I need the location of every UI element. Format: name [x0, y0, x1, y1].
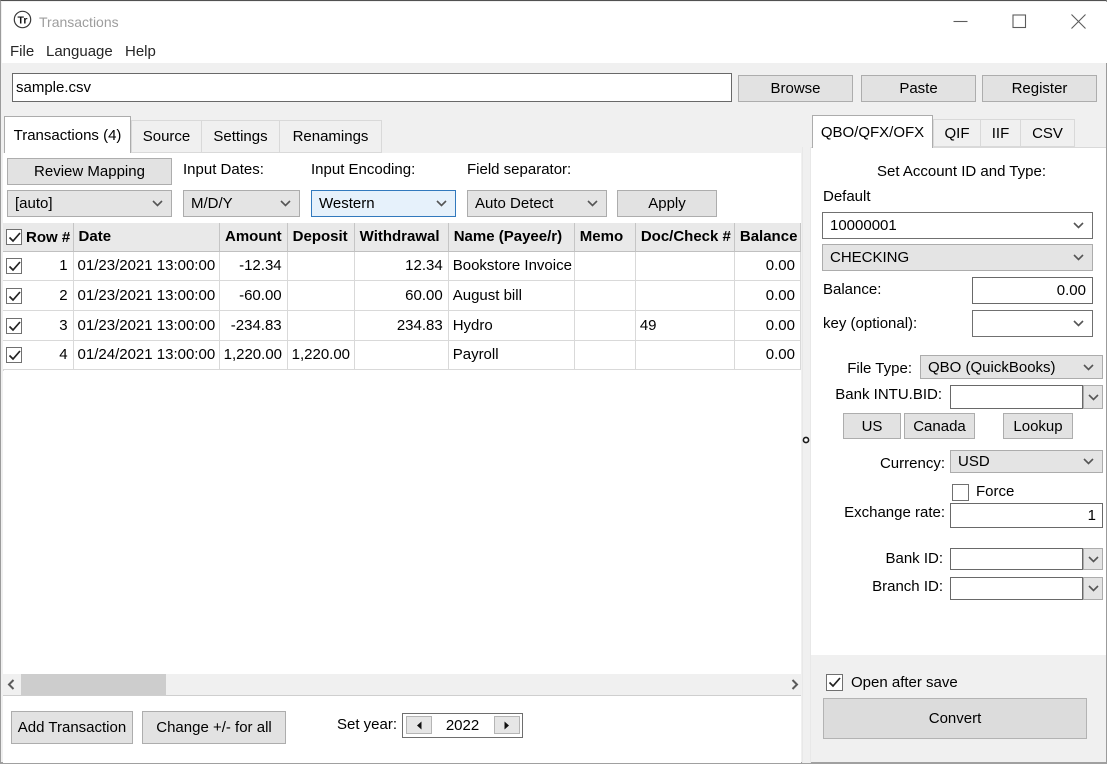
- svg-text:Tr: Tr: [18, 14, 28, 26]
